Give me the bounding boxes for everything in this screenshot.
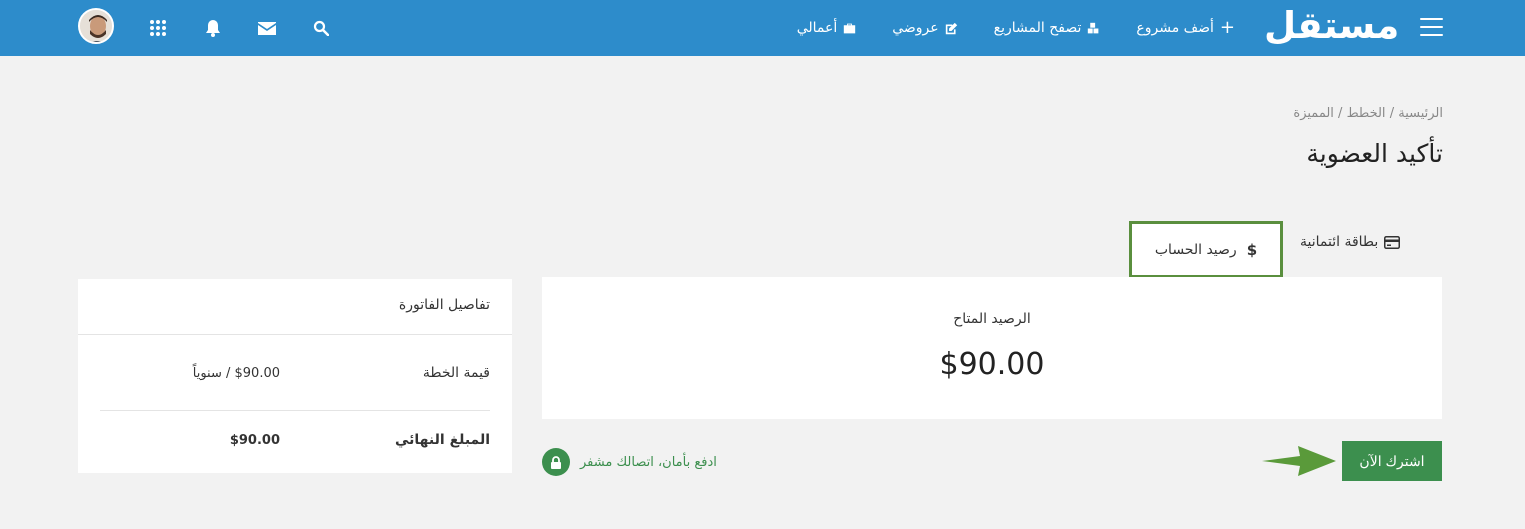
logo[interactable]: مستقل [1264, 4, 1400, 48]
apps-icon[interactable] [148, 18, 168, 38]
plus-icon: + [1219, 17, 1235, 38]
total-label: المبلغ النهائي [395, 432, 490, 448]
nav-my-works[interactable]: أعمالي [797, 20, 857, 36]
cubes-icon [1088, 22, 1099, 33]
mail-icon[interactable] [257, 18, 277, 38]
tab-credit-card[interactable]: بطاقة ائتمانية [1300, 234, 1401, 250]
breadcrumb-separator: / [1338, 106, 1343, 121]
credit-card-icon [1384, 235, 1401, 249]
balance-label: الرصيد المتاح [953, 311, 1031, 327]
navbar: مستقل + أضف مشروع تصفح المشاريع عروضي أع… [0, 0, 1525, 56]
plan-value: $90.00 / سنوياً [192, 366, 280, 381]
secure-payment-note: ادفع بأمان، اتصالك مشفر [542, 448, 722, 476]
breadcrumb-current: المميزة [1293, 106, 1334, 121]
search-icon[interactable] [311, 18, 331, 38]
breadcrumb-plans[interactable]: الخطط [1347, 106, 1386, 121]
breadcrumb-home[interactable]: الرئيسية [1398, 106, 1443, 121]
nav-add-project-label: أضف مشروع [1136, 20, 1214, 36]
nav-my-works-label: أعمالي [796, 20, 838, 36]
breadcrumb: الرئيسية / الخطط / المميزة [1293, 106, 1443, 121]
nav-browse-projects-label: تصفح المشاريع [993, 20, 1082, 36]
secure-payment-text: ادفع بأمان، اتصالك مشفر [580, 454, 717, 470]
user-photo [80, 10, 112, 42]
edit-icon [945, 22, 957, 34]
plan-value-label: قيمة الخطة [422, 365, 490, 381]
nav-my-bids[interactable]: عروضي [892, 20, 957, 36]
tab-credit-card-label: بطاقة ائتمانية [1300, 234, 1379, 250]
lock-icon [542, 448, 570, 476]
menu-icon[interactable] [1418, 18, 1444, 36]
tab-account-balance[interactable]: $ رصيد الحساب [1129, 221, 1283, 278]
tab-balance-label: رصيد الحساب [1154, 241, 1237, 258]
breadcrumb-separator: / [1389, 106, 1395, 121]
nav-my-bids-label: عروضي [892, 20, 939, 36]
dollar-icon: $ [1246, 240, 1258, 259]
subscribe-button[interactable]: اشترك الآن [1342, 441, 1442, 481]
nav-add-project[interactable]: + أضف مشروع [1136, 17, 1235, 38]
invoice-panel: تفاصيل الفاتورة قيمة الخطة $90.00 / سنوي… [78, 279, 512, 473]
nav-links: + أضف مشروع تصفح المشاريع عروضي أعمالي [797, 0, 1235, 56]
balance-panel: الرصيد المتاح $90.00 [542, 277, 1442, 419]
divider [78, 334, 512, 335]
total-value: $90.00 [229, 433, 280, 448]
divider [100, 410, 490, 411]
page-title: تأكيد العضوية [1306, 139, 1443, 168]
nav-browse-projects[interactable]: تصفح المشاريع [994, 20, 1101, 36]
bell-icon[interactable] [203, 18, 223, 38]
invoice-title: تفاصيل الفاتورة [398, 297, 490, 313]
arrow-pointer-icon [1262, 446, 1336, 476]
balance-amount: $90.00 [939, 347, 1045, 382]
avatar[interactable] [78, 8, 114, 44]
briefcase-icon [844, 23, 856, 33]
